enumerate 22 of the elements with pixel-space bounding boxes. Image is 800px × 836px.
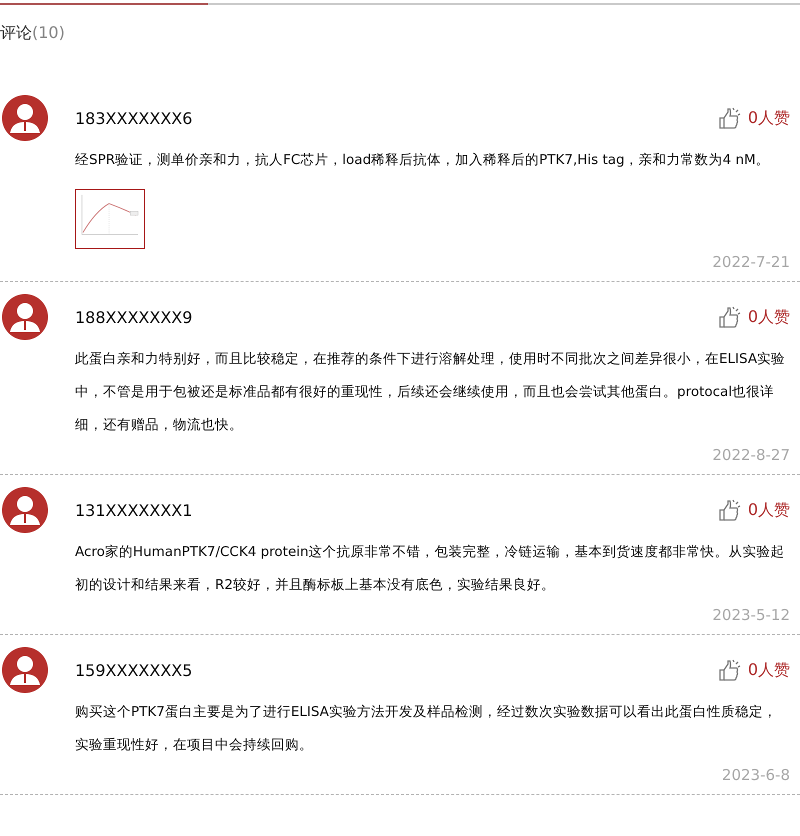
- comment-date: 2022-8-27: [712, 445, 790, 466]
- user-name: 188XXXXXXX9: [75, 308, 192, 326]
- like-count: 0人赞: [748, 306, 790, 328]
- thumbs-up-icon[interactable]: [718, 499, 742, 521]
- like-count: 0人赞: [748, 660, 790, 680]
- like-count: 0人赞: [748, 108, 790, 128]
- user-name: 183XXXXXXX6: [75, 108, 192, 128]
- comment-date: 2022-7-21: [712, 252, 790, 273]
- comment-text: 经SPR验证，测单价亲和力，抗人FC芯片，load稀释后抗体，加入稀释后的PTK7,His tag，亲和力常数为4 nM。: [75, 151, 771, 170]
- comment-date: 2023-5-12: [712, 605, 790, 626]
- comment-count: (10): [32, 23, 65, 42]
- like-count: 0人赞: [748, 500, 790, 520]
- user-name: 159XXXXXXX5: [75, 660, 192, 680]
- section-title: 评论: [0, 23, 32, 44]
- comment-text: 购买这个PTK7蛋白主要是为了进行ELISA实验方法开发及样品检测，经过数次实验数据可以看出此蛋白性质稳定，实验重现性好，在项目中会持续回购。: [75, 703, 778, 755]
- thumbs-up-icon[interactable]: [718, 107, 742, 129]
- thumbs-up-icon[interactable]: [718, 659, 742, 681]
- comment-text: 此蛋白亲和力特别好，而且比较稳定，在推荐的条件下进行溶解处理，使用时不同批次之间差异很小，在ELISA实验中，不管是用于包被还是标准品都有很好的重现性，后续还会继续使用，而且也会尝试其他蛋白。protocal也很详细，还有赠品，物流也快。: [75, 350, 786, 435]
- user-name: 131XXXXXXX1: [75, 500, 192, 520]
- comment-text: Acro家的HumanPTK7/CCK4 protein这个抗原非常不错，包装完整，冷链运输，基本到货速度都非常快。从实验起初的设计和结果来看，R2较好，并且酶标板上基本没有底色，实验结果良好。: [75, 543, 786, 595]
- thumbs-up-icon[interactable]: [718, 306, 742, 328]
- comment-date: 2023-6-8: [722, 765, 790, 786]
